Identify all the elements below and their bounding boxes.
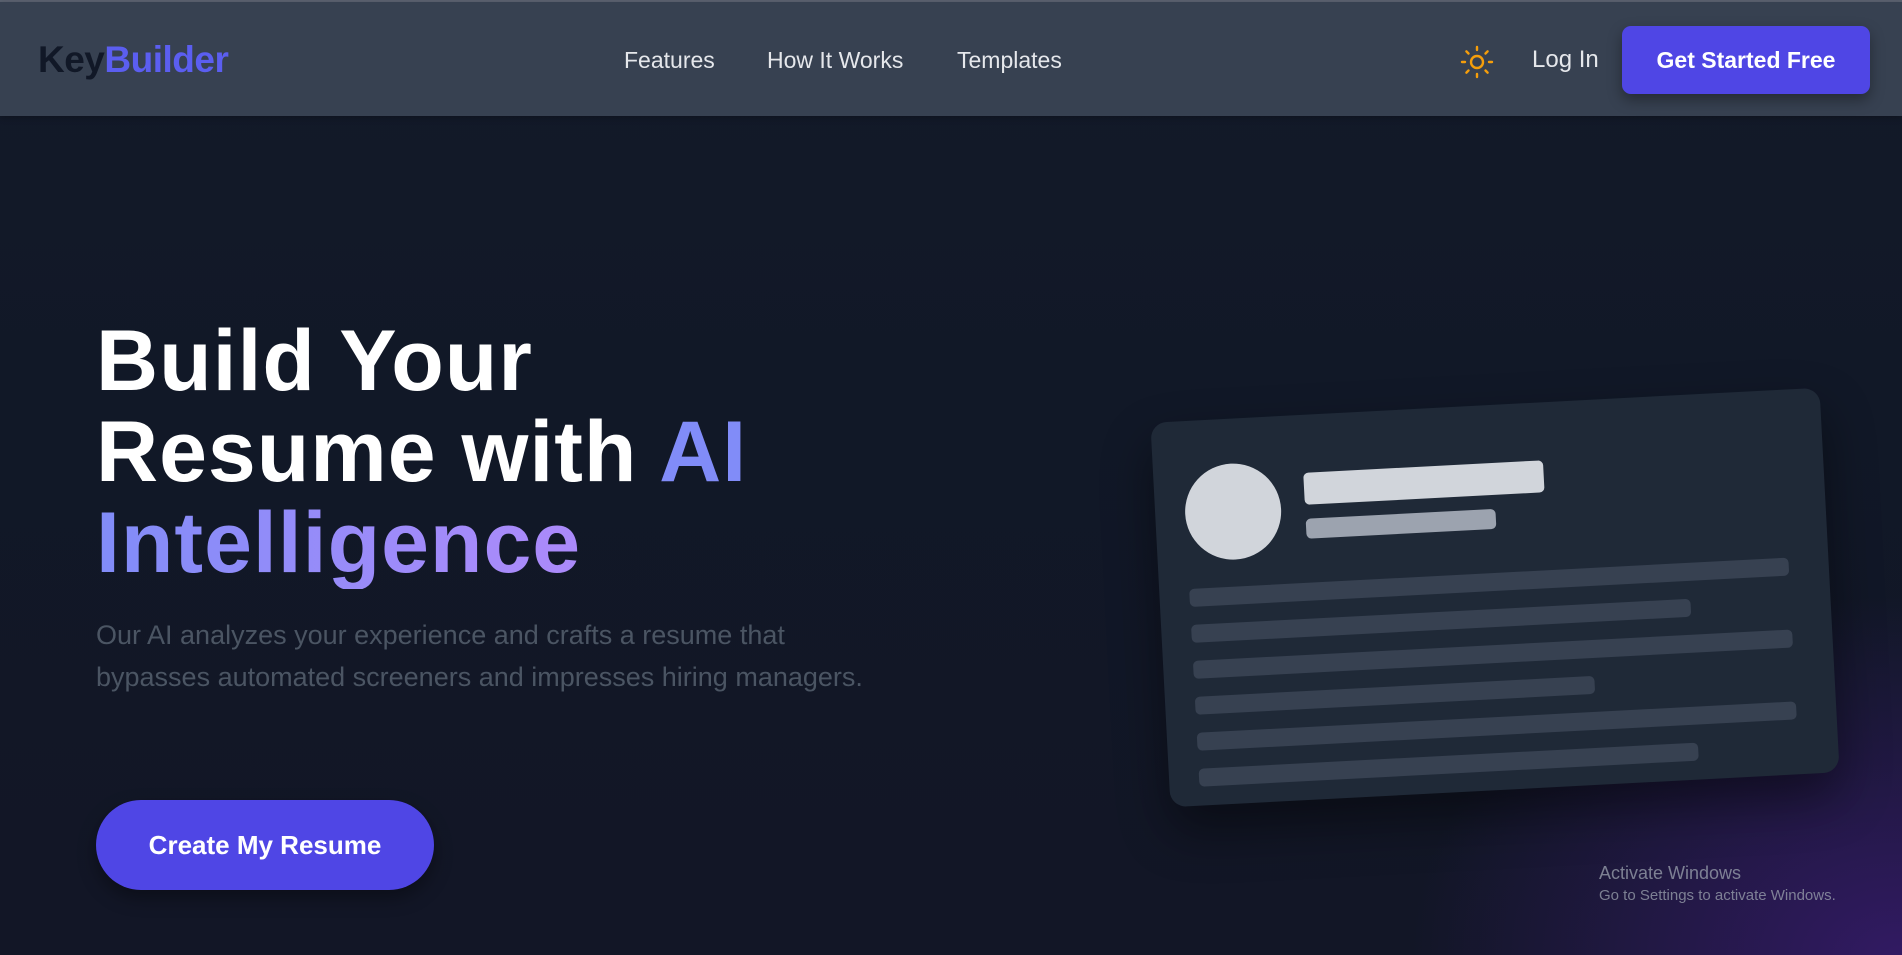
preview-name-placeholder xyxy=(1303,460,1545,505)
sun-icon xyxy=(1460,45,1494,79)
logo[interactable]: KeyBuilder xyxy=(38,38,229,82)
hero-title: Build Your Resume with AI Intelligence xyxy=(96,316,996,589)
nav-link-how-it-works[interactable]: How It Works xyxy=(767,46,903,74)
hero-title-line-2: Resume with AI xyxy=(96,407,996,498)
watermark-title: Activate Windows xyxy=(1599,863,1742,883)
nav-link-templates[interactable]: Templates xyxy=(957,46,1062,74)
hero-title-accent-ai: AI xyxy=(659,404,748,500)
preview-avatar-placeholder xyxy=(1182,461,1284,563)
get-started-button[interactable]: Get Started Free xyxy=(1622,26,1870,94)
logo-text-builder: Builder xyxy=(104,39,229,80)
hero-title-line-1: Build Your xyxy=(96,313,533,409)
hero-subtitle: Our AI analyzes your experience and craf… xyxy=(96,620,863,692)
logo-text-key: Key xyxy=(38,39,105,80)
preview-text-line xyxy=(1191,598,1692,643)
hero-title-line-3: Intelligence xyxy=(96,498,996,589)
preview-text-line xyxy=(1194,675,1596,715)
preview-text-line xyxy=(1198,742,1699,787)
watermark-subtitle: Go to Settings to activate Windows. xyxy=(1599,887,1836,904)
login-link[interactable]: Log In xyxy=(1532,46,1599,74)
resume-preview-card xyxy=(1150,387,1840,808)
preview-role-placeholder xyxy=(1305,508,1497,539)
site-header: KeyBuilder Features How It Works Templat… xyxy=(0,2,1902,116)
create-resume-button[interactable]: Create My Resume xyxy=(96,800,434,890)
preview-text-line xyxy=(1189,557,1790,607)
hero-title-line-2-text: Resume with xyxy=(96,404,660,500)
theme-toggle-button[interactable] xyxy=(1458,43,1496,81)
activate-windows-watermark: Activate Windows Go to Settings to activ… xyxy=(1599,862,1836,906)
nav-link-features[interactable]: Features xyxy=(624,46,715,74)
landing-page: KeyBuilder Features How It Works Templat… xyxy=(0,0,1902,955)
